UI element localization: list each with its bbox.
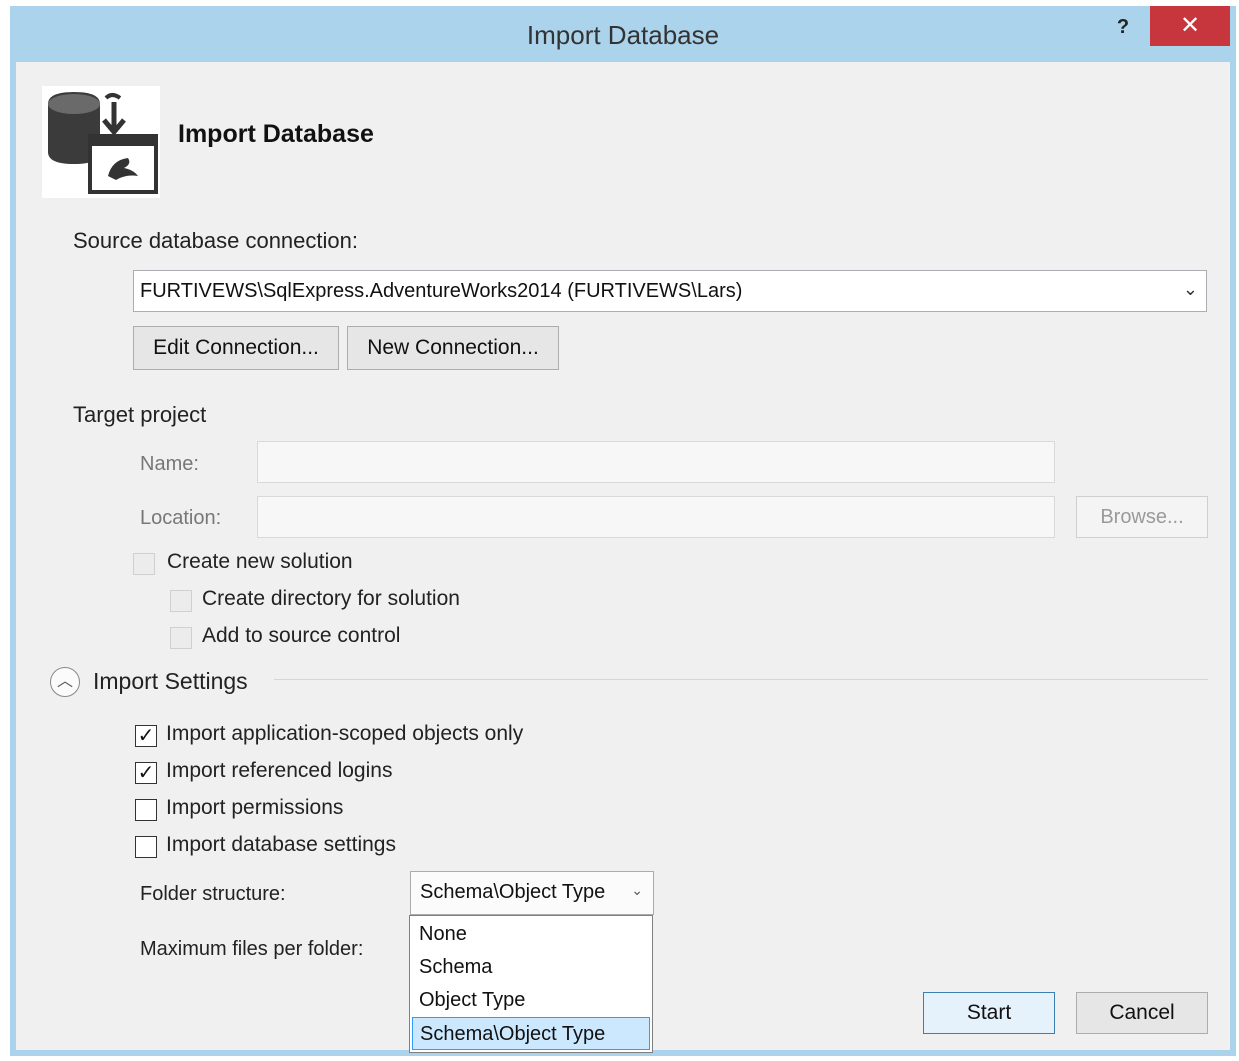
start-button[interactable]: Start [923, 992, 1055, 1034]
folder-structure-value: Schema\Object Type [420, 881, 606, 903]
referenced-logins-checkbox[interactable]: ✓ [135, 762, 157, 784]
max-files-label: Maximum files per folder: [140, 938, 364, 960]
create-solution-checkbox[interactable] [133, 553, 155, 575]
option-schema[interactable]: Schema [412, 951, 650, 984]
folder-structure-select[interactable]: Schema\Object Type ⌄ [410, 871, 654, 915]
database-settings-checkbox[interactable] [135, 836, 157, 858]
import-database-dialog: Import Database ? ✕ Import Database Sour… [10, 6, 1236, 1056]
app-scoped-label: Import application-scoped objects only [166, 722, 524, 745]
import-settings-label: Import Settings [93, 668, 248, 694]
name-field[interactable] [257, 441, 1055, 483]
location-field[interactable] [257, 496, 1055, 538]
new-connection-button[interactable]: New Connection... [347, 326, 559, 370]
source-connection-label: Source database connection: [73, 228, 358, 253]
option-none[interactable]: None [412, 918, 650, 951]
import-database-icon [42, 86, 160, 198]
window-title: Import Database [526, 20, 720, 50]
source-connection-value: FURTIVEWS\SqlExpress.AdventureWorks2014 … [140, 280, 743, 302]
folder-structure-dropdown: None Schema Object Type Schema\Object Ty… [409, 915, 653, 1053]
add-source-control-label: Add to source control [202, 624, 401, 647]
create-solution-label: Create new solution [167, 550, 353, 573]
new-connection-label: New Connection... [367, 336, 539, 359]
option-object-type[interactable]: Object Type [412, 984, 650, 1017]
chevron-down-icon: ⌄ [631, 882, 643, 898]
dialog-body: Import Database Source database connecti… [16, 62, 1230, 1053]
create-directory-label: Create directory for solution [202, 587, 460, 610]
edit-connection-button[interactable]: Edit Connection... [133, 326, 339, 370]
app-scoped-checkbox[interactable]: ✓ [135, 725, 157, 747]
location-label: Location: [140, 507, 222, 529]
browse-label: Browse... [1100, 506, 1184, 528]
edit-connection-label: Edit Connection... [153, 336, 319, 359]
target-project-label: Target project [73, 402, 207, 427]
browse-button[interactable]: Browse... [1076, 496, 1208, 538]
option-schema-object-type[interactable]: Schema\Object Type [412, 1017, 650, 1050]
start-label: Start [966, 1001, 1012, 1024]
collapse-chevron-up-icon[interactable]: ︿ [50, 667, 80, 697]
source-connection-combobox[interactable]: FURTIVEWS\SqlExpress.AdventureWorks2014 … [133, 270, 1207, 312]
permissions-label: Import permissions [166, 796, 344, 819]
add-source-control-checkbox[interactable] [170, 627, 192, 649]
section-divider [274, 679, 1208, 680]
title-bar: Import Database ? ✕ [10, 6, 1236, 62]
create-directory-checkbox[interactable] [170, 590, 192, 612]
header-title: Import Database [178, 120, 374, 148]
database-settings-label: Import database settings [166, 833, 396, 856]
name-label: Name: [140, 453, 199, 475]
help-button[interactable]: ? [1108, 12, 1138, 42]
folder-structure-label: Folder structure: [140, 883, 286, 905]
chevron-down-icon: ⌄ [1182, 279, 1198, 299]
cancel-label: Cancel [1109, 1001, 1175, 1024]
cancel-button[interactable]: Cancel [1076, 992, 1208, 1034]
close-button[interactable]: ✕ [1150, 6, 1230, 46]
permissions-checkbox[interactable] [135, 799, 157, 821]
referenced-logins-label: Import referenced logins [166, 759, 393, 782]
